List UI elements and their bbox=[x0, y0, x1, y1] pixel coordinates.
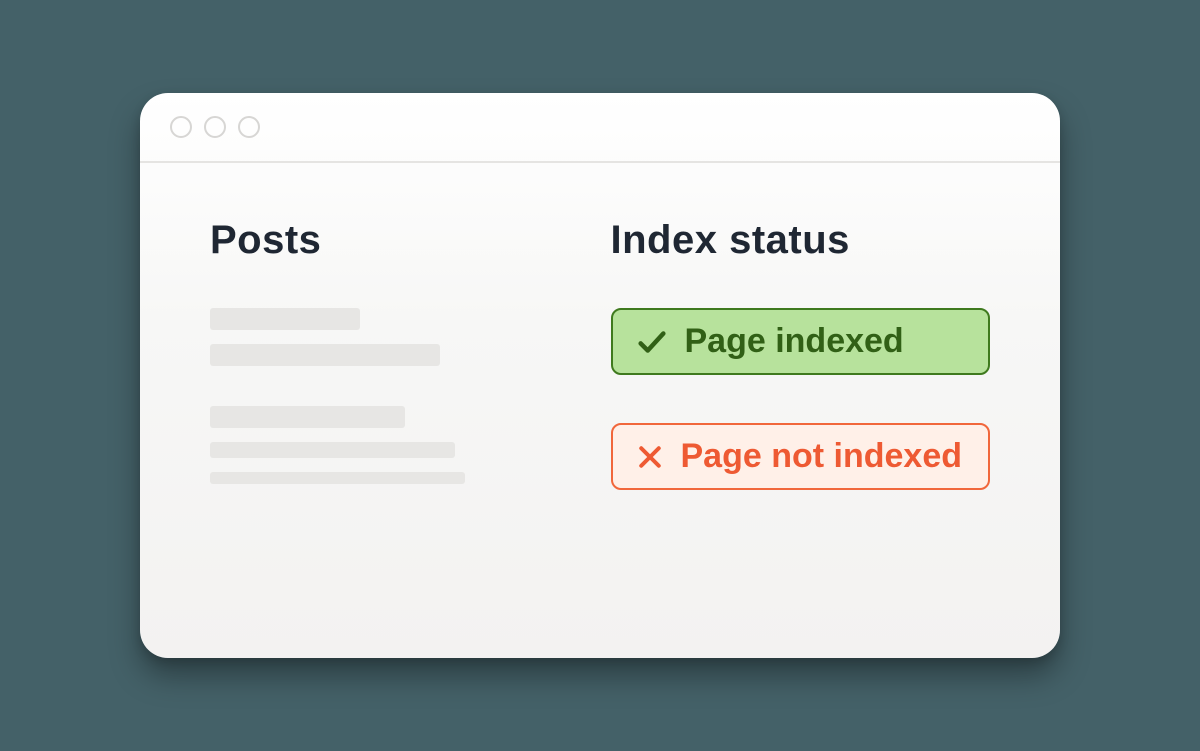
app-window: Posts Index status bbox=[140, 93, 1060, 658]
window-titlebar bbox=[140, 93, 1060, 163]
placeholder-line bbox=[210, 308, 360, 330]
status-column: Index status Page indexed Page not bbox=[611, 218, 991, 524]
placeholder-line bbox=[210, 344, 440, 366]
post-row-placeholder bbox=[210, 308, 521, 366]
status-badge-not-indexed: Page not indexed bbox=[611, 423, 991, 490]
check-icon bbox=[635, 325, 669, 359]
placeholder-line bbox=[210, 406, 405, 428]
placeholder-line bbox=[210, 472, 465, 484]
window-control-minimize[interactable] bbox=[204, 116, 226, 138]
x-icon bbox=[635, 442, 665, 472]
posts-column: Posts bbox=[210, 218, 521, 524]
post-row-placeholder bbox=[210, 406, 521, 484]
status-badge-label: Page not indexed bbox=[681, 437, 963, 476]
content-area: Posts Index status bbox=[140, 163, 1060, 574]
status-badge-indexed: Page indexed bbox=[611, 308, 991, 375]
status-column-header: Index status bbox=[611, 218, 991, 263]
status-badge-label: Page indexed bbox=[685, 322, 904, 361]
placeholder-line bbox=[210, 442, 455, 458]
window-control-close[interactable] bbox=[170, 116, 192, 138]
window-control-zoom[interactable] bbox=[238, 116, 260, 138]
posts-column-header: Posts bbox=[210, 218, 521, 263]
